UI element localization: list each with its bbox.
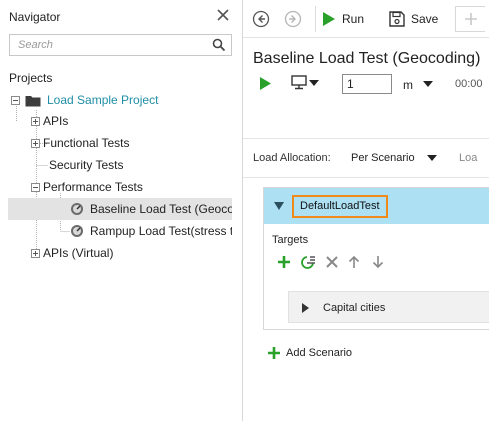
run-label: Run xyxy=(342,12,365,26)
tree-item-performance-tests[interactable]: Performance Tests xyxy=(31,176,143,198)
tree-item-label: Performance Tests xyxy=(43,180,143,194)
collapse-arrow-icon[interactable] xyxy=(274,202,284,210)
target-label: Capital cities xyxy=(323,302,386,314)
collapse-toggle[interactable] xyxy=(11,95,20,105)
duration-unit[interactable]: m xyxy=(403,78,413,92)
scenario-name[interactable]: DefaultLoadTest xyxy=(292,195,388,218)
load-allocation-row: Load Allocation: Per Scenario Loa xyxy=(243,138,489,178)
add-scenario-label: Add Scenario xyxy=(286,347,353,359)
collapse-toggle[interactable] xyxy=(31,182,40,192)
tree-item-baseline-load-test[interactable]: Baseline Load Test (Geocoding xyxy=(8,198,232,220)
monitor-dropdown[interactable] xyxy=(291,75,319,90)
tree-item-apis-virtual[interactable]: APIs (Virtual) xyxy=(31,242,113,264)
delete-icon[interactable] xyxy=(324,254,340,270)
close-icon[interactable] xyxy=(216,8,230,22)
tree-item-apis[interactable]: APIs xyxy=(31,110,68,132)
run-button[interactable]: Run xyxy=(322,7,364,31)
folder-icon xyxy=(25,95,41,106)
play-icon xyxy=(323,12,335,26)
load-test-icon xyxy=(71,225,83,237)
plus-icon xyxy=(268,347,280,359)
move-down-icon[interactable] xyxy=(370,254,386,270)
forward-icon[interactable] xyxy=(284,10,302,28)
monitor-icon xyxy=(291,75,307,90)
scenario-header: DefaultLoadTest xyxy=(264,188,489,224)
save-button[interactable]: Save xyxy=(389,7,438,31)
search-box xyxy=(9,34,232,56)
navigator-title: Navigator xyxy=(9,10,61,24)
tree-item-label: Security Tests xyxy=(49,158,124,172)
tree-item-label: APIs (Virtual) xyxy=(43,246,114,260)
run-controls: m 00:00 xyxy=(243,72,489,96)
tree-item-functional-tests[interactable]: Functional Tests xyxy=(31,132,130,154)
chevron-down-icon[interactable] xyxy=(427,155,437,161)
projects-label: Projects xyxy=(9,71,53,85)
toolbar-separator xyxy=(315,6,316,32)
tree-item-label: APIs xyxy=(43,114,69,128)
load-test-icon xyxy=(71,203,83,215)
tree-item-security-tests[interactable]: Security Tests xyxy=(49,154,123,176)
targets-label: Targets xyxy=(272,234,309,246)
tree-item-label: Rampup Load Test(stress test xyxy=(90,224,232,238)
search-icon[interactable] xyxy=(212,38,226,52)
editor-panel: Run Save Baseline Load Test (Geocoding) xyxy=(243,0,489,421)
tree-item-project[interactable]: Load Sample Project xyxy=(11,89,158,111)
move-up-icon[interactable] xyxy=(346,254,362,270)
load-label-partial: Loa xyxy=(459,152,478,164)
expand-toggle[interactable] xyxy=(31,248,40,258)
chevron-down-icon xyxy=(309,79,319,86)
add-target-icon[interactable] xyxy=(276,254,292,270)
plus-icon xyxy=(465,13,477,25)
expand-toggle[interactable] xyxy=(31,138,40,148)
tree-item-label: Baseline Load Test (Geocoding xyxy=(90,202,232,216)
load-allocation-label: Load Allocation: xyxy=(253,152,331,164)
save-label: Save xyxy=(411,12,439,26)
add-button[interactable] xyxy=(455,6,485,32)
scenario-card: DefaultLoadTest Targets Capital cities xyxy=(263,187,489,330)
play-icon[interactable] xyxy=(259,76,272,91)
search-input[interactable] xyxy=(10,35,205,55)
tree-item-rampup-load-test[interactable]: Rampup Load Test(stress test xyxy=(70,220,232,242)
time-display: 00:00 xyxy=(455,78,483,90)
expand-arrow-icon[interactable] xyxy=(302,303,309,313)
tree-item-label: Load Sample Project xyxy=(47,93,159,107)
add-scenario-button[interactable]: Add Scenario xyxy=(267,344,352,362)
expand-toggle[interactable] xyxy=(31,116,40,126)
chevron-down-icon[interactable] xyxy=(423,81,433,87)
navigator-header: Navigator xyxy=(0,0,242,30)
navigator-panel: Navigator Projects Load Sample Project xyxy=(0,0,243,421)
toolbar: Run Save xyxy=(243,0,489,38)
load-allocation-select[interactable]: Per Scenario xyxy=(351,152,415,164)
back-icon[interactable] xyxy=(252,10,270,28)
duration-input[interactable] xyxy=(342,74,392,94)
add-from-list-icon[interactable] xyxy=(300,254,316,270)
target-item[interactable]: Capital cities xyxy=(288,291,489,323)
page-title: Baseline Load Test (Geocoding) xyxy=(253,50,481,67)
save-icon xyxy=(389,11,405,27)
tree-item-label: Functional Tests xyxy=(43,136,130,150)
